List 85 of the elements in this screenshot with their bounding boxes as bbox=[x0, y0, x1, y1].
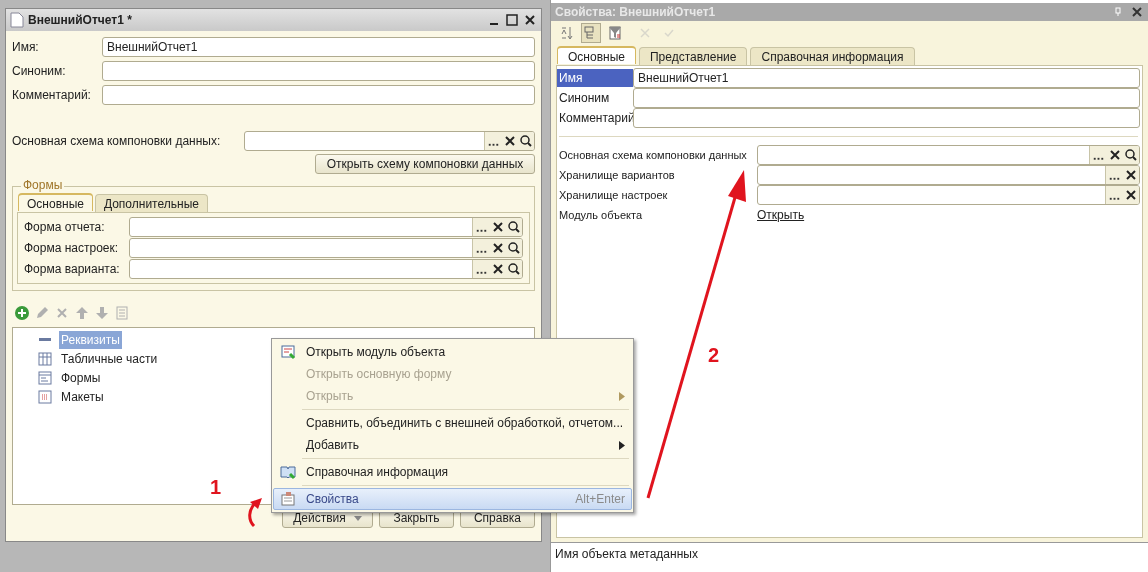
clear-icon[interactable] bbox=[490, 218, 506, 236]
search-icon[interactable] bbox=[506, 260, 522, 278]
ellipsis-icon[interactable] bbox=[484, 132, 502, 150]
book-icon bbox=[280, 464, 296, 480]
pin-icon[interactable] bbox=[1114, 7, 1122, 17]
ellipsis-icon[interactable] bbox=[1089, 146, 1107, 164]
tree-item[interactable]: Табличные части bbox=[59, 349, 160, 368]
status-text: Имя объекта метаданных bbox=[555, 547, 698, 561]
annotation-arrow bbox=[248, 498, 262, 527]
menu-item[interactable]: Добавить bbox=[273, 434, 632, 456]
property-label[interactable]: Синоним bbox=[557, 89, 633, 107]
open-link[interactable]: Открыть bbox=[757, 206, 805, 224]
close-icon[interactable] bbox=[1130, 5, 1144, 19]
clear-icon[interactable] bbox=[490, 260, 506, 278]
ellipsis-icon[interactable] bbox=[472, 260, 490, 278]
tab[interactable]: Представление bbox=[638, 47, 748, 65]
submenu-arrow-icon bbox=[619, 391, 625, 401]
annotation-number: 2 bbox=[708, 343, 720, 368]
clear-icon[interactable] bbox=[490, 239, 506, 257]
input-field[interactable] bbox=[757, 145, 1140, 165]
input-field[interactable] bbox=[244, 131, 535, 151]
plus-icon[interactable] bbox=[14, 305, 30, 321]
field-label: Комментарий: bbox=[12, 87, 92, 104]
menu-item[interactable]: Открыть модуль объекта bbox=[273, 341, 632, 363]
input-field[interactable] bbox=[757, 165, 1140, 185]
shortcut-text: Alt+Enter bbox=[575, 491, 626, 508]
maximize-icon[interactable] bbox=[505, 13, 519, 27]
submenu-arrow-icon bbox=[619, 440, 625, 450]
property-label: Хранилище настроек bbox=[558, 187, 669, 203]
tab[interactable]: Основные bbox=[557, 46, 636, 64]
table-icon bbox=[37, 350, 53, 367]
input-field[interactable] bbox=[129, 217, 523, 237]
panel-title: Свойства: ВнешнийОтчет1 bbox=[555, 4, 717, 21]
property-label: Основная схема компоновки данных bbox=[558, 147, 748, 163]
tree-item[interactable]: Макеты bbox=[59, 387, 106, 406]
input-field[interactable]: ВнешнийОтчет1 bbox=[102, 37, 535, 57]
menu-item[interactable]: Сравнить, объединить с внешней обработкой, отчетом... bbox=[273, 412, 632, 434]
annotation-number: 1 bbox=[210, 475, 222, 500]
input-field[interactable] bbox=[633, 88, 1140, 108]
field-label: Форма варианта: bbox=[24, 261, 121, 278]
caret-icon bbox=[353, 515, 362, 521]
field-label: Основная схема компоновки данных: bbox=[12, 133, 222, 150]
input-field[interactable] bbox=[102, 85, 535, 105]
dash-icon bbox=[39, 338, 51, 341]
ellipsis-icon[interactable] bbox=[472, 218, 490, 236]
input-field[interactable] bbox=[633, 108, 1140, 128]
ellipsis-icon[interactable] bbox=[1105, 166, 1123, 184]
ellipsis-icon[interactable] bbox=[472, 239, 490, 257]
document-icon bbox=[280, 344, 296, 360]
search-icon[interactable] bbox=[506, 239, 522, 257]
properties-icon bbox=[280, 491, 296, 507]
input-field[interactable] bbox=[129, 238, 523, 258]
property-label[interactable]: Комментарий bbox=[557, 109, 633, 127]
clear-icon[interactable] bbox=[1123, 166, 1139, 184]
property-label: Модуль объекта bbox=[558, 207, 644, 223]
search-icon[interactable] bbox=[506, 218, 522, 236]
menu-item[interactable]: Справочная информация bbox=[273, 461, 632, 483]
input-field[interactable] bbox=[129, 259, 523, 279]
tab[interactable]: Дополнительные bbox=[94, 194, 208, 212]
tree-item[interactable]: Формы bbox=[59, 368, 103, 387]
tab[interactable]: Справочная информация bbox=[750, 47, 915, 65]
clear-icon[interactable] bbox=[502, 132, 518, 150]
clear-icon[interactable] bbox=[1123, 186, 1139, 204]
menu-item[interactable]: Свойства Alt+Enter bbox=[273, 488, 632, 510]
document-icon bbox=[37, 388, 53, 405]
open-schema-button[interactable]: Открыть схему компоновки данных bbox=[315, 154, 535, 174]
close-icon[interactable] bbox=[523, 13, 537, 27]
property-label[interactable]: Имя bbox=[557, 69, 633, 87]
input-field[interactable] bbox=[757, 185, 1140, 205]
field-label: Синоним: bbox=[12, 63, 67, 80]
clear-icon[interactable] bbox=[1107, 146, 1123, 164]
input-field[interactable] bbox=[102, 61, 535, 81]
form-icon bbox=[37, 369, 53, 386]
tab[interactable]: Основные bbox=[18, 193, 93, 211]
field-label: Форма настроек: bbox=[24, 240, 120, 257]
field-label: Форма отчета: bbox=[24, 219, 106, 236]
input-field[interactable]: ВнешнийОтчет1 bbox=[633, 68, 1140, 88]
group-title: Формы bbox=[21, 179, 65, 191]
property-label: Хранилище вариантов bbox=[558, 167, 676, 183]
document-icon bbox=[10, 12, 24, 28]
field-label: Имя: bbox=[12, 39, 40, 56]
window-title: ВнешнийОтчет1 * bbox=[28, 12, 133, 29]
search-icon[interactable] bbox=[1123, 146, 1139, 164]
search-icon[interactable] bbox=[518, 132, 534, 150]
ellipsis-icon[interactable] bbox=[1105, 186, 1123, 204]
